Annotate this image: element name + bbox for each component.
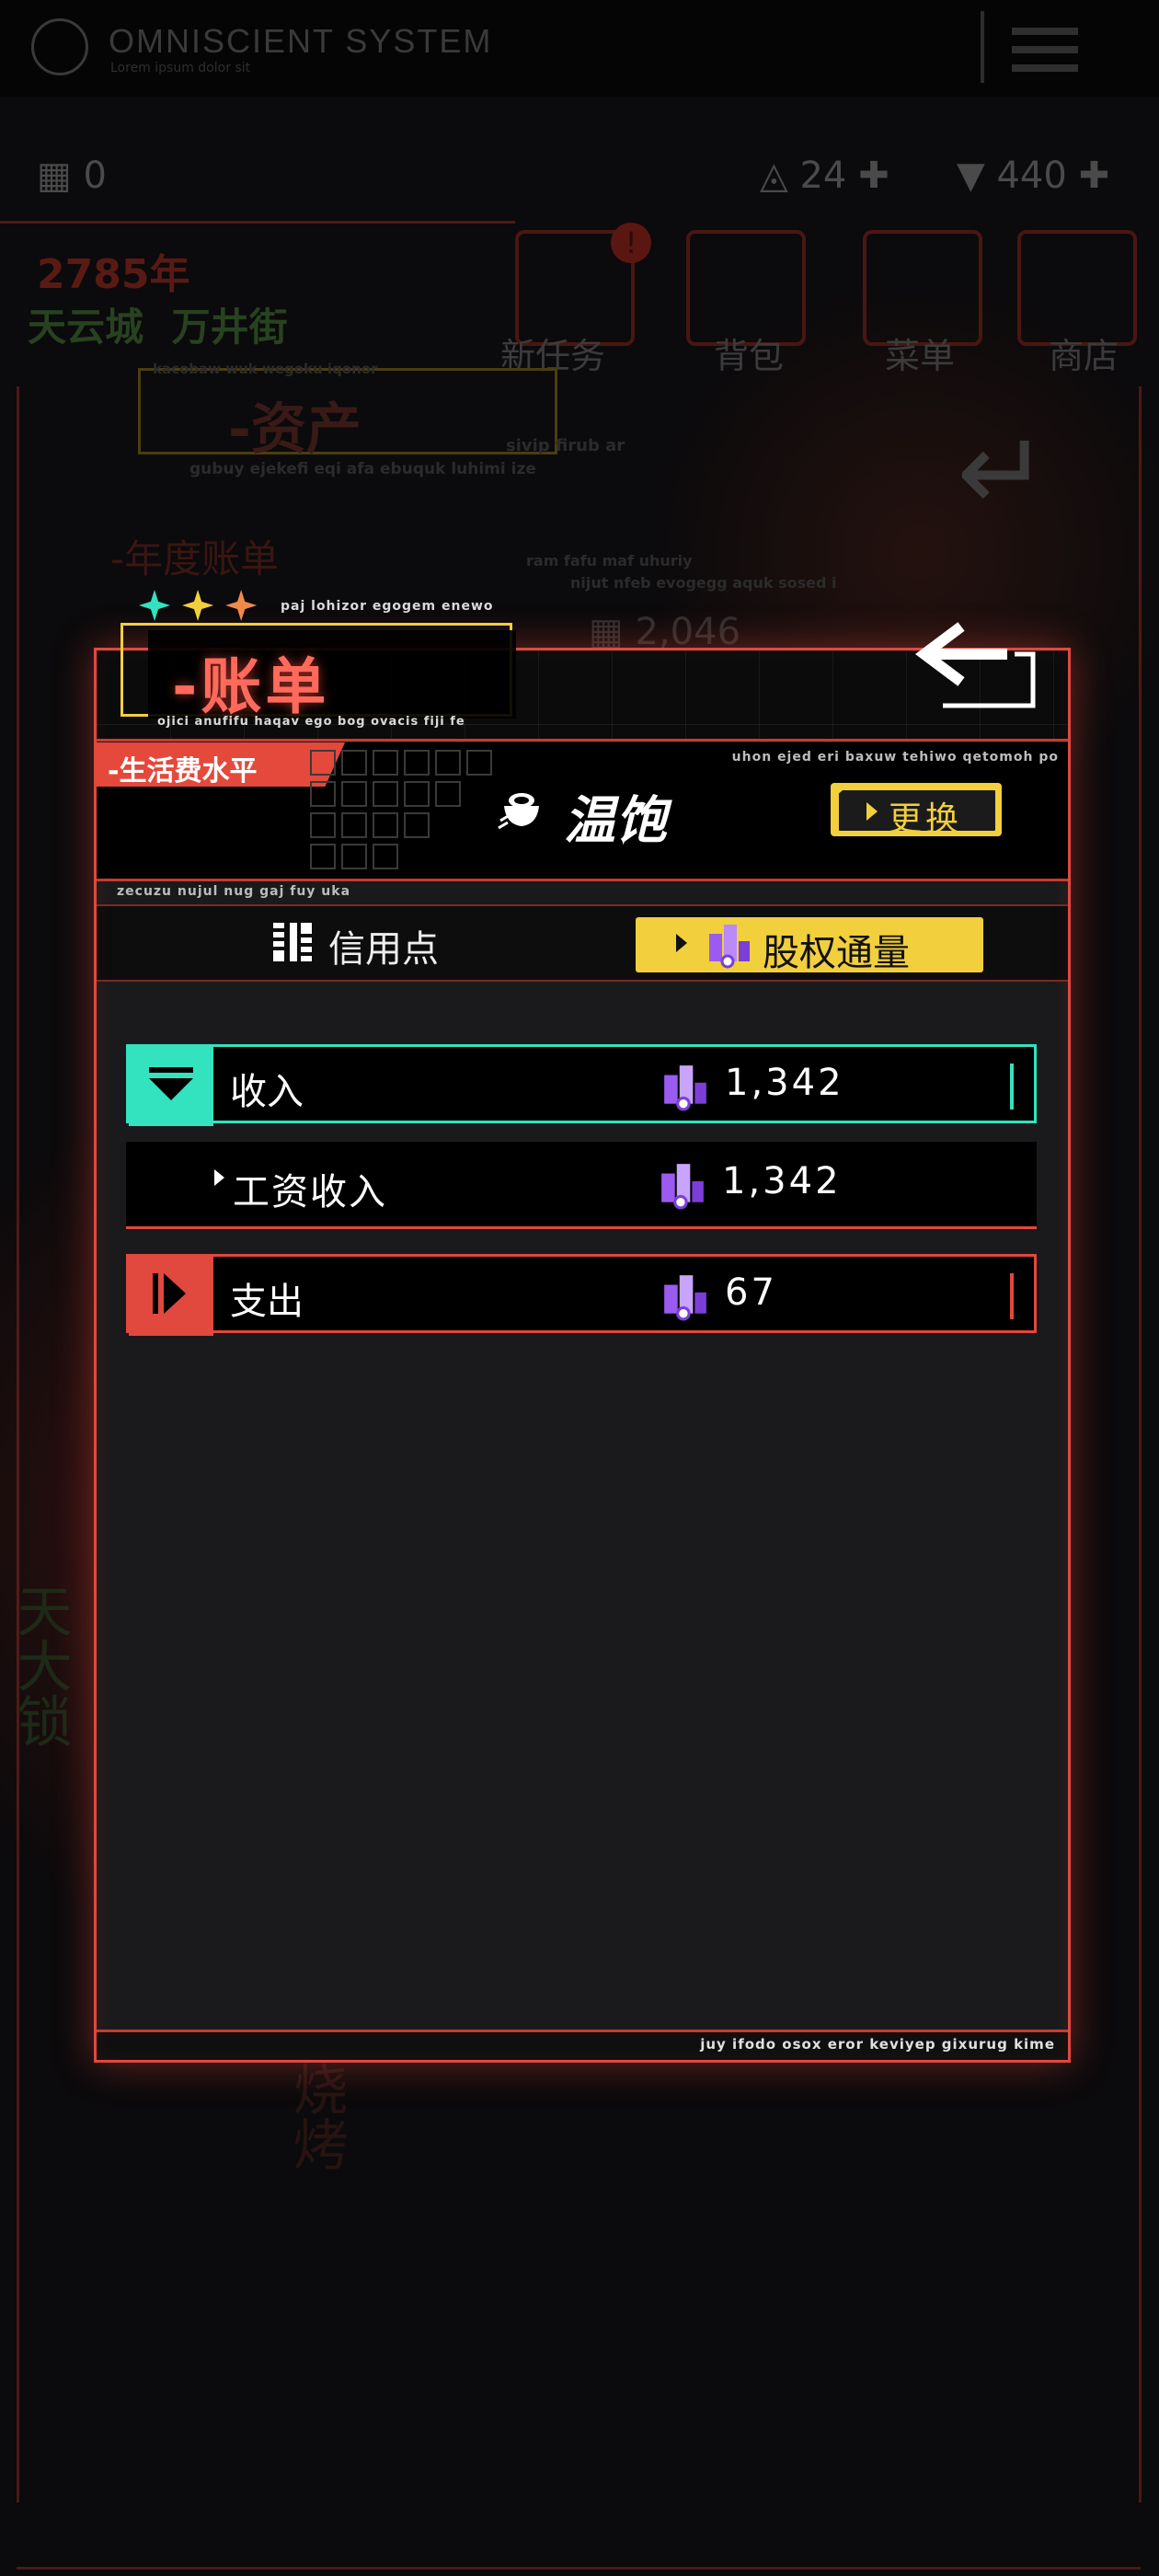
star-icon: [139, 590, 170, 621]
salary-income-row[interactable]: 工资收入 1,342: [126, 1142, 1037, 1229]
rice-bowl-icon: [498, 793, 539, 830]
alert-badge: !: [611, 223, 651, 263]
top-divider: [981, 11, 984, 83]
equity-coin-icon: [709, 925, 750, 969]
credit-points-icon: [273, 923, 312, 961]
living-level-caption: uhon ejed eri baxuw tehiwo qetomoh po: [731, 750, 1059, 765]
shard-icon: ▼: [957, 155, 985, 197]
title-stars: [139, 590, 264, 625]
bg-line: [17, 386, 19, 2502]
currency-tabs: 信用点 股权通量: [97, 904, 1068, 982]
modal-footer: juy ifodo osox eror keviyep gixurug kime: [97, 2030, 1068, 2060]
change-button-inner: 更换: [836, 788, 998, 834]
bg-line: [17, 2567, 1141, 2570]
bg-caption: nijut nfeb evogegg aquk sosed i: [570, 574, 837, 592]
equity-coin-icon: [664, 1275, 706, 1321]
living-level-row: -生活费水平 uhon ejed eri baxuw tehiwo qetomo…: [97, 742, 1068, 881]
equity-coin-icon: [664, 1065, 706, 1111]
bg-line: [0, 221, 515, 224]
play-arrow-icon: [676, 934, 687, 952]
bg-caption: ram fafu maf uhuriy: [526, 552, 693, 569]
salary-income-label: 工资收入: [233, 1171, 387, 1213]
city-name: 天云城: [28, 305, 144, 350]
credit-icon: ▦: [37, 155, 72, 197]
collapse-arrow-icon: [149, 1067, 193, 1100]
income-row[interactable]: 收入 1,342: [126, 1044, 1037, 1126]
sub-item-arrow-icon: [214, 1169, 224, 1186]
play-arrow-icon: [866, 802, 878, 821]
expense-row[interactable]: 支出 67: [126, 1254, 1037, 1336]
section-caption: zecuzu nujul nug gaj fuy uka: [117, 884, 351, 899]
title-caption-top: paj lohizor egogem enewo: [281, 599, 494, 614]
gem-icon: ◬: [760, 155, 788, 197]
expand-arrow-icon: [153, 1273, 186, 1314]
hamburger-menu-icon[interactable]: [1012, 28, 1078, 74]
bg-asset-caption-bottom: gubuy ejekefi eqi afa ebuquk luhimi ize: [189, 460, 536, 478]
shards-value: 440: [996, 155, 1067, 197]
brand-subtitle: Lorem ipsum dolor sit: [110, 61, 251, 75]
living-level-value: 温饱: [564, 791, 667, 851]
living-level-tag: -生活费水平: [97, 742, 345, 787]
expense-label: 支出: [230, 1281, 304, 1323]
equity-coin-icon: [661, 1164, 704, 1210]
bg-line: [1139, 386, 1142, 2502]
bg-caption: sivip firub ar: [506, 436, 625, 455]
street-name: 万井街: [171, 305, 288, 350]
tab-equity-flux-label: 股权通量: [763, 932, 910, 974]
bg-vertical-text: 天大锁: [7, 1582, 72, 1748]
nav-backpack-label: 背包: [714, 336, 785, 376]
gems-value: 24: [799, 155, 847, 197]
collapse-toggle[interactable]: [129, 1047, 213, 1126]
living-level-tag-label: -生活费水平: [108, 755, 258, 788]
credit-points-resource: ▦ 0: [37, 155, 107, 197]
tab-credit-points-label: 信用点: [328, 928, 439, 971]
row-end-marker: [1010, 1273, 1014, 1319]
title-caption-bottom: ojici anufifu haqav ego bog ovacis fiji …: [157, 715, 465, 729]
add-gems-icon[interactable]: ✚: [858, 155, 889, 197]
year-label: 2785年: [37, 251, 190, 298]
gems-resource: ◬ 24 ✚: [760, 155, 889, 197]
change-button-label: 更换: [889, 800, 963, 838]
star-icon: [225, 590, 258, 621]
nav-shop-label: 商店: [1049, 336, 1119, 376]
modal-title: -账单: [172, 651, 330, 722]
row-end-marker: [1010, 1064, 1014, 1110]
expand-toggle[interactable]: [129, 1257, 213, 1336]
add-shards-icon[interactable]: ✚: [1079, 155, 1110, 197]
footer-caption: juy ifodo osox eror keviyep gixurug kime: [700, 2036, 1055, 2053]
change-button[interactable]: 更换: [831, 783, 1002, 836]
income-amount: 1,342: [725, 1062, 844, 1104]
bg-asset-caption-top: kacobaw wuk wegoku iqonor: [153, 361, 378, 377]
location-label: 天云城 万井街: [28, 296, 288, 352]
brand-title: OMNISCIENT SYSTEM: [109, 22, 493, 60]
brand-logo-icon: [31, 18, 88, 75]
expense-amount: 67: [725, 1271, 777, 1314]
bg-annual-bill-label: -年度账单: [110, 536, 280, 581]
grid-decoration: [310, 750, 512, 875]
tab-equity-flux[interactable]: 股权通量: [636, 917, 983, 974]
back-button[interactable]: [906, 610, 1044, 720]
salary-income-amount: 1,342: [722, 1160, 842, 1202]
back-arrow-icon: [915, 622, 1036, 708]
nav-menu-label: 菜单: [885, 336, 956, 376]
bg-back-arrow-icon: ↵: [957, 408, 1050, 536]
income-label: 收入: [230, 1071, 304, 1113]
modal-title-tag: paj lohizor egogem enewo -账单 ojici anufi…: [120, 590, 516, 746]
bg-asset-label: -资产: [228, 397, 361, 462]
credit-points-value: 0: [83, 155, 107, 197]
shards-resource: ▼ 440 ✚: [957, 155, 1109, 197]
bg-vertical-text: 烧烤: [283, 2061, 348, 2171]
star-icon: [182, 590, 214, 621]
bill-modal: paj lohizor egogem enewo -账单 ojici anufi…: [94, 590, 1071, 2063]
